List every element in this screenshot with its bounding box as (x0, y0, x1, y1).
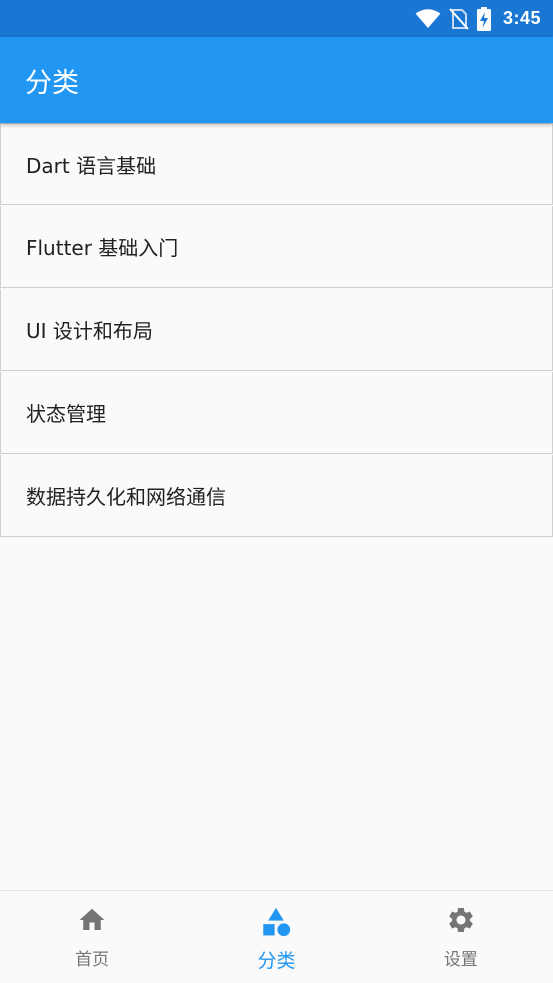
category-label: Flutter 基础入门 (26, 236, 179, 260)
status-bar: 3:45 (0, 0, 553, 37)
nav-label-settings: 设置 (443, 950, 478, 970)
category-label: Dart 语言基础 (26, 153, 157, 178)
category-icon (259, 905, 293, 943)
nav-item-settings[interactable]: 设置 (369, 891, 553, 983)
status-time: 3:45 (502, 8, 541, 28)
settings-icon (445, 905, 477, 939)
category-list: Dart 语言基础 Flutter 基础入门 UI 设计和布局 状态管理 数据持… (0, 123, 553, 538)
bottom-navigation-bar: 首页 分类 设置 (0, 890, 553, 983)
nav-label-home: 首页 (75, 950, 110, 970)
page-title: 分类 (25, 67, 79, 99)
category-label: UI 设计和布局 (26, 319, 153, 343)
home-icon (76, 905, 108, 939)
no-sim-icon (449, 7, 469, 30)
category-label: 状态管理 (26, 402, 106, 426)
nav-label-category: 分类 (257, 950, 296, 972)
category-item-ui-layout[interactable]: UI 设计和布局 (0, 289, 553, 371)
category-item-persistence-network[interactable]: 数据持久化和网络通信 (0, 455, 553, 537)
category-item-flutter-basics[interactable]: Flutter 基础入门 (0, 206, 553, 288)
category-item-state-management[interactable]: 状态管理 (0, 372, 553, 454)
category-label: 数据持久化和网络通信 (26, 485, 226, 509)
nav-item-category[interactable]: 分类 (184, 891, 368, 983)
wifi-icon (415, 8, 441, 29)
nav-item-home[interactable]: 首页 (0, 891, 184, 983)
battery-charging-icon (476, 6, 491, 31)
app-bar: 分类 (0, 37, 553, 123)
category-item-dart[interactable]: Dart 语言基础 (0, 123, 553, 205)
